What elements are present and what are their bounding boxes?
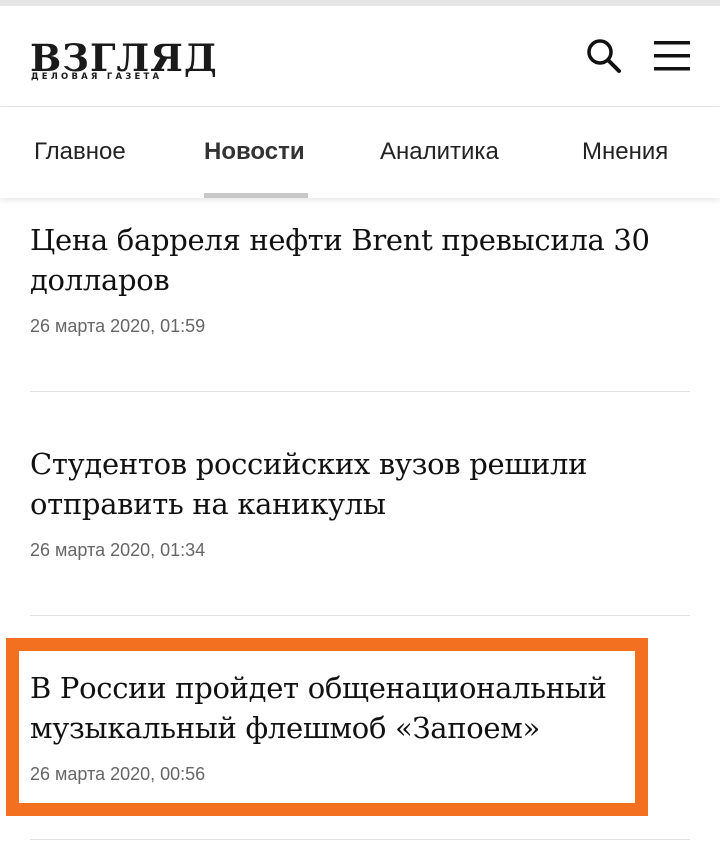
hamburger-menu-icon [654, 41, 690, 71]
divider [30, 391, 690, 392]
news-title[interactable]: Цена барреля нефти Brent превысила 30 до… [30, 220, 690, 300]
tab-news[interactable]: Новости [204, 137, 305, 167]
news-date: 26 марта 2020, 01:34 [30, 540, 206, 560]
section-nav: Главное Новости Аналитика Мнения [0, 106, 720, 198]
menu-button[interactable] [650, 36, 694, 76]
divider [30, 615, 690, 616]
divider [30, 839, 690, 840]
search-button[interactable] [584, 36, 624, 76]
tab-analytics[interactable]: Аналитика [380, 137, 499, 167]
tab-main[interactable]: Главное [34, 137, 126, 167]
news-title[interactable]: Студентов российских вузов решили отправ… [30, 444, 690, 524]
site-logo[interactable]: ВЗГЛЯД ДЕЛОВАЯ ГАЗЕТА [30, 38, 217, 86]
news-date: 26 марта 2020, 01:59 [30, 316, 206, 336]
news-item[interactable]: Студентов российских вузов решили отправ… [30, 444, 690, 564]
news-title[interactable]: В России пройдет общенациональный музыка… [30, 668, 690, 748]
tab-opinions[interactable]: Мнения [582, 137, 668, 167]
news-item-highlighted[interactable]: В России пройдет общенациональный музыка… [30, 668, 690, 788]
site-header: ВЗГЛЯД ДЕЛОВАЯ ГАЗЕТА [0, 6, 720, 106]
search-icon [587, 39, 621, 73]
logo-subtitle: ДЕЛОВАЯ ГАЗЕТА [31, 72, 163, 82]
active-tab-indicator [204, 193, 308, 198]
news-date: 26 марта 2020, 00:56 [30, 764, 206, 784]
news-item[interactable]: Цена барреля нефти Brent превысила 30 до… [30, 220, 690, 340]
